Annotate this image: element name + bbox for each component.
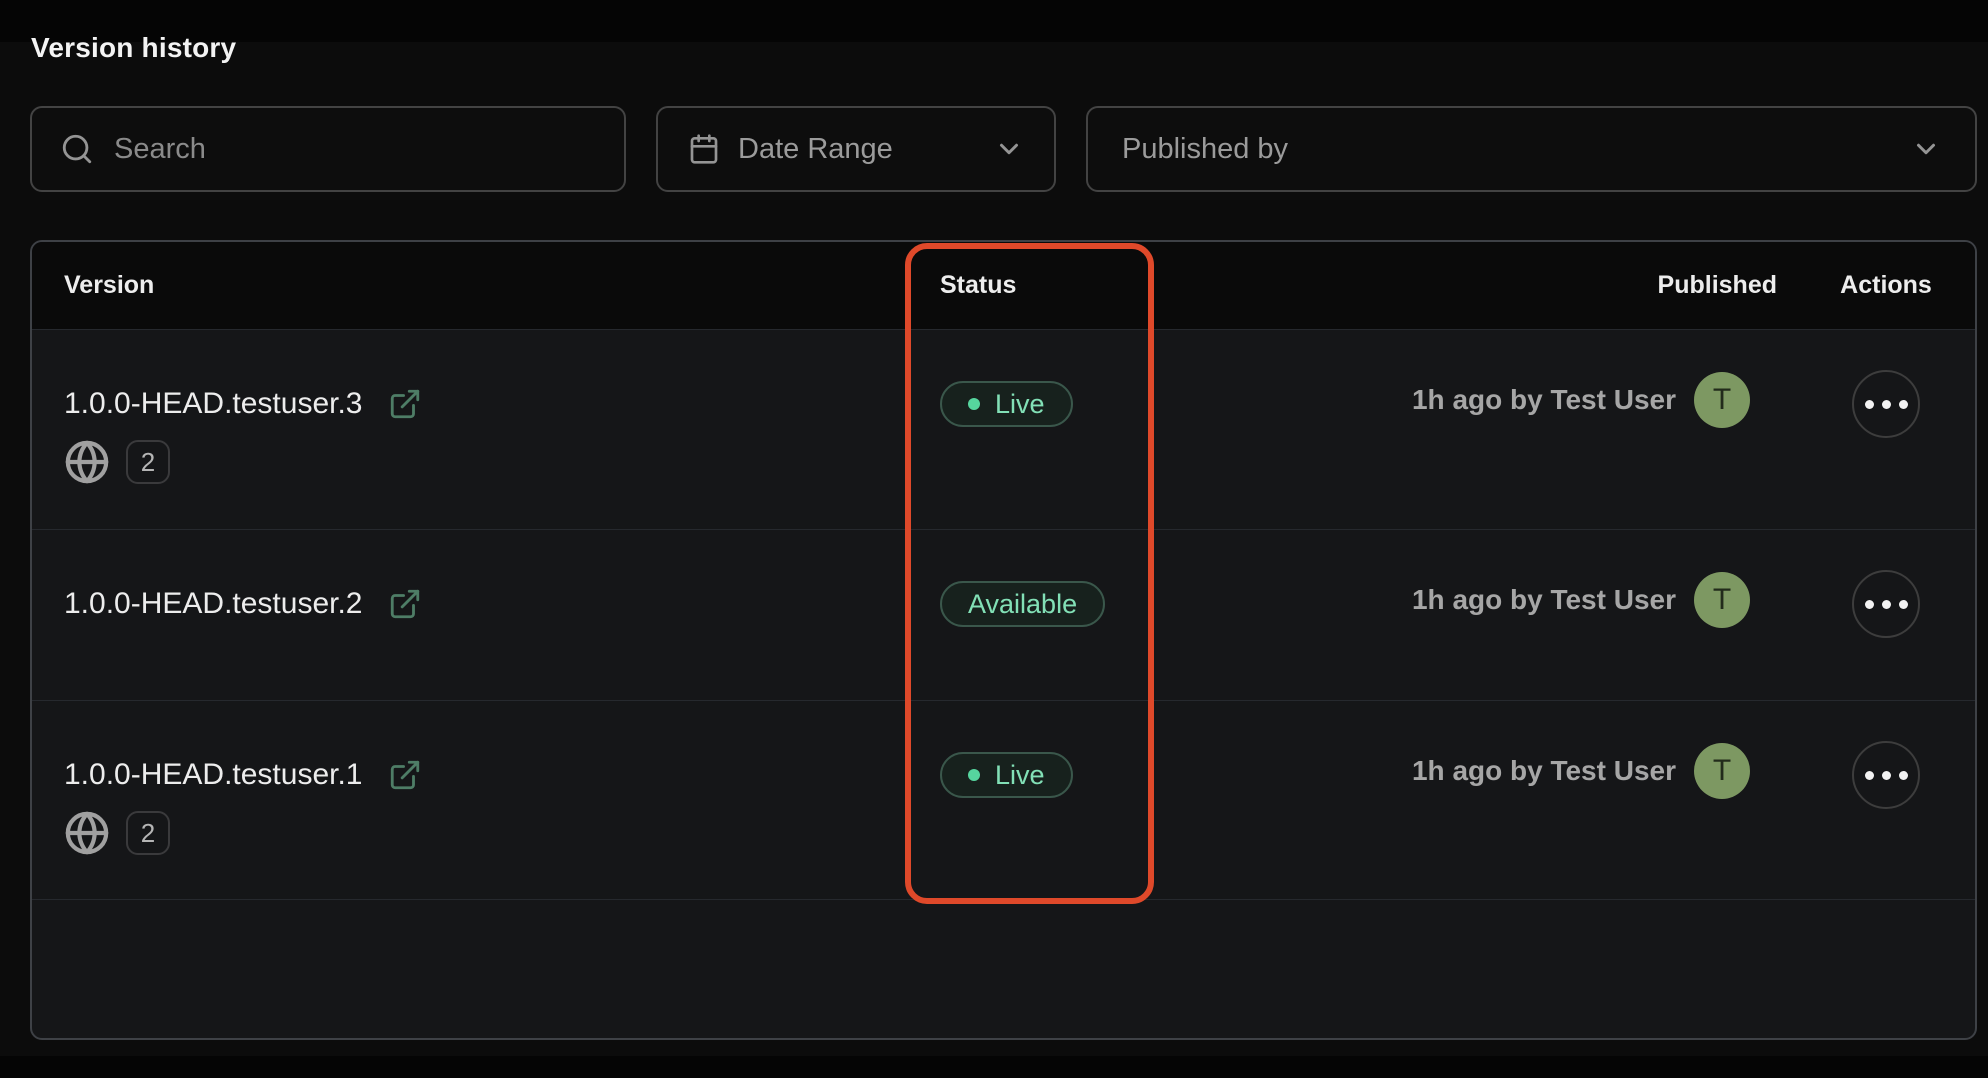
status-cell: Live: [940, 330, 1187, 427]
actions-cell: [1797, 530, 1975, 638]
row-actions-button[interactable]: [1852, 370, 1920, 438]
locale-count-badge: 2: [126, 440, 170, 484]
top-strip: [0, 0, 1988, 42]
locale-count-badge: 2: [126, 811, 170, 855]
row-actions-button[interactable]: [1852, 741, 1920, 809]
version-cell: 1.0.0-HEAD.testuser.2: [64, 530, 940, 632]
ellipsis-icon: [1865, 771, 1874, 780]
published-by-label: Published by: [1122, 133, 1288, 166]
globe-icon: [64, 810, 110, 856]
calendar-icon: [688, 133, 720, 165]
bottom-strip: [0, 1056, 1988, 1078]
column-header-actions: Actions: [1797, 271, 1975, 300]
globe-icon: [64, 439, 110, 485]
filter-bar: Date Range Published by: [30, 106, 1977, 192]
ellipsis-icon: [1865, 400, 1874, 409]
row-actions-button[interactable]: [1852, 570, 1920, 638]
search-input[interactable]: [114, 133, 596, 166]
actions-cell: [1797, 701, 1975, 809]
ellipsis-icon: [1865, 600, 1874, 609]
status-badge: Live: [940, 381, 1073, 427]
external-link-icon[interactable]: [388, 587, 422, 621]
table-row: 1.0.0-HEAD.testuser.2 Available 1h ago b…: [32, 530, 1975, 701]
external-link-icon[interactable]: [388, 758, 422, 792]
avatar: T: [1694, 572, 1750, 628]
version-history-table: Version Status Published Actions 1.0.0-H…: [30, 240, 1977, 1040]
version-name: 1.0.0-HEAD.testuser.3: [64, 387, 362, 421]
table-row: 1.0.0-HEAD.testuser.3 2 Live 1h ago by T…: [32, 330, 1975, 530]
version-name: 1.0.0-HEAD.testuser.1: [64, 758, 362, 792]
live-dot-icon: [968, 769, 980, 781]
table-header-row: Version Status Published Actions: [32, 242, 1975, 330]
external-link-icon[interactable]: [388, 387, 422, 421]
published-cell: 1h ago by Test User T: [1187, 330, 1797, 428]
date-range-label: Date Range: [738, 133, 893, 166]
actions-cell: [1797, 330, 1975, 438]
version-cell: 1.0.0-HEAD.testuser.1 2: [64, 701, 940, 857]
search-icon: [60, 132, 94, 166]
published-cell: 1h ago by Test User T: [1187, 530, 1797, 628]
column-header-published: Published: [1187, 271, 1797, 300]
version-cell: 1.0.0-HEAD.testuser.3 2: [64, 330, 940, 486]
status-label: Live: [995, 389, 1045, 420]
version-name: 1.0.0-HEAD.testuser.2: [64, 587, 362, 621]
status-label: Live: [995, 760, 1045, 791]
status-badge: Available: [940, 581, 1105, 627]
column-header-status: Status: [940, 271, 1187, 300]
live-dot-icon: [968, 398, 980, 410]
published-info: 1h ago by Test User: [1412, 584, 1676, 616]
column-header-version: Version: [64, 271, 940, 300]
search-field[interactable]: [30, 106, 626, 192]
status-cell: Live: [940, 701, 1187, 798]
published-cell: 1h ago by Test User T: [1187, 701, 1797, 799]
chevron-down-icon: [1911, 134, 1941, 164]
page-title: Version history: [31, 32, 236, 64]
published-by-dropdown[interactable]: Published by: [1086, 106, 1977, 192]
published-info: 1h ago by Test User: [1412, 755, 1676, 787]
avatar: T: [1694, 743, 1750, 799]
chevron-down-icon: [994, 134, 1024, 164]
avatar: T: [1694, 372, 1750, 428]
status-cell: Available: [940, 530, 1187, 627]
date-range-dropdown[interactable]: Date Range: [656, 106, 1056, 192]
status-badge: Live: [940, 752, 1073, 798]
table-row: 1.0.0-HEAD.testuser.1 2 Live 1h ago by T…: [32, 701, 1975, 900]
status-label: Available: [968, 589, 1077, 620]
published-info: 1h ago by Test User: [1412, 384, 1676, 416]
